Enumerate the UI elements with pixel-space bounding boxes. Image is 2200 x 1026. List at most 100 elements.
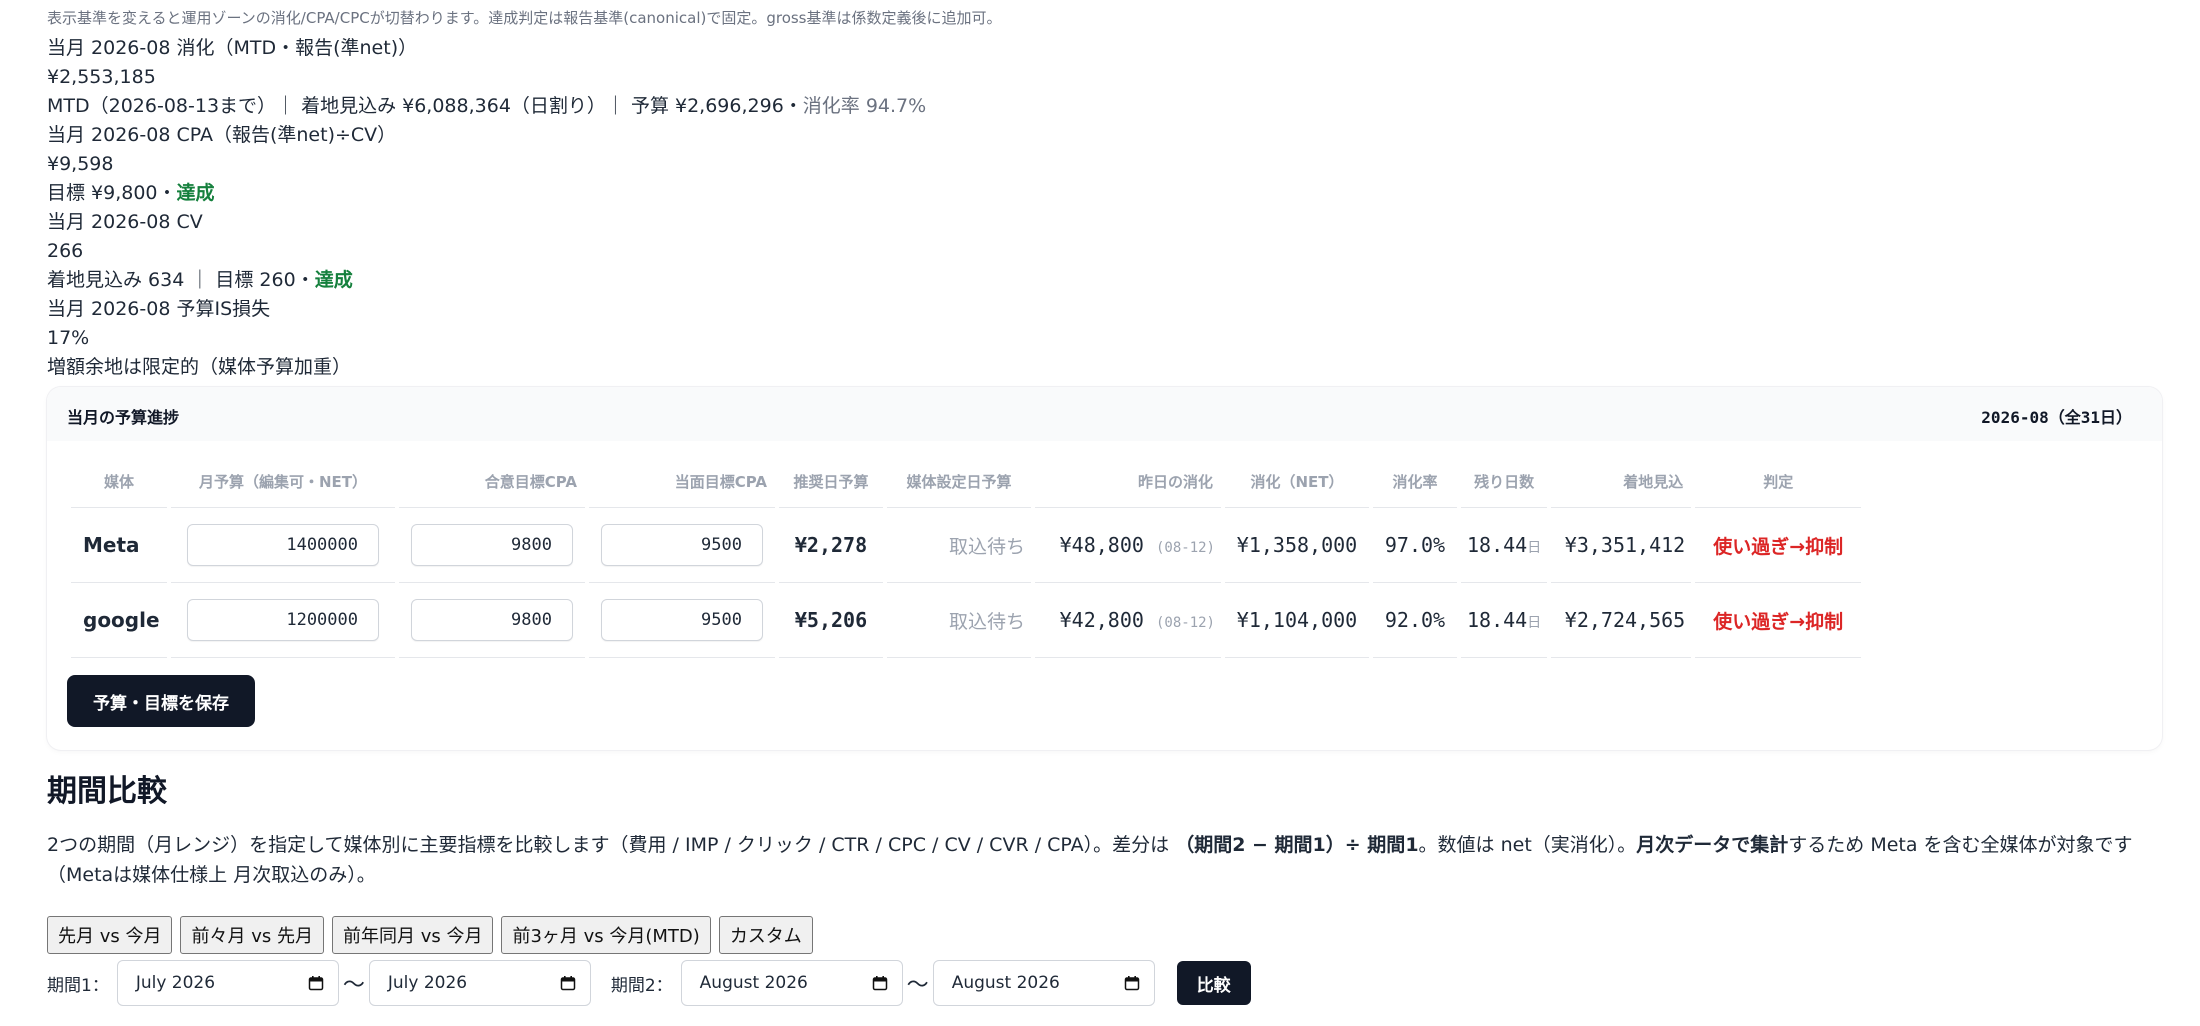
calendar-icon — [1124, 976, 1139, 991]
col-current-cpa: 当面目標CPA — [589, 455, 775, 508]
kpi-spend-value: ¥2,553,185 — [47, 66, 156, 88]
preset-3m-vs-mtd[interactable]: 前3ヶ月 vs 今月(MTD) — [501, 916, 711, 954]
col-spend-rate: 消化率 — [1373, 455, 1457, 508]
col-agreed-cpa: 合意目標CPA — [399, 455, 585, 508]
budget-panel-month: 2026-08（全31日） — [1981, 408, 2132, 427]
current-cpa-input[interactable] — [601, 524, 763, 566]
period1-to-value: July 2026 — [387, 973, 468, 993]
kpi-isloss-label: 当月 2026-08 予算IS損失 — [47, 298, 271, 320]
kpi-spend-detail-text: MTD（2026-08-13まで）｜ 着地見込み ¥6,088,364（日割り）… — [47, 95, 803, 117]
day-unit: 日 — [1527, 615, 1542, 631]
kpi-cv-status: 達成 — [314, 269, 353, 291]
period1-label: 期間1： — [47, 975, 109, 996]
recommended-daily-budget: ¥2,278 — [779, 508, 883, 583]
landing-forecast: ¥3,351,412 — [1551, 508, 1692, 583]
agreed-cpa-input[interactable] — [411, 599, 573, 641]
desc-emphasis: 月次データで集計 — [1636, 834, 1789, 856]
period2-from-value: August 2026 — [699, 973, 808, 993]
period1-to-input[interactable]: July 2026 — [368, 960, 591, 1006]
range-tilde: 〜 — [342, 973, 365, 998]
preset-last-vs-this[interactable]: 先月 vs 今月 — [47, 916, 173, 954]
calendar-icon — [872, 976, 887, 991]
table-row: google ¥5,206 取込待ち ¥42,800 (08-12) ¥1,10… — [71, 583, 1862, 658]
remaining-days: 18.44 — [1467, 533, 1528, 557]
compare-button[interactable]: 比較 — [1176, 961, 1251, 1005]
yesterday-date: (08-12) — [1155, 540, 1215, 556]
desc-part: 2つの期間（月レンジ）を指定して媒体別に主要指標を比較します（費用 / IMP … — [47, 834, 1176, 856]
kpi-cv-detail: 着地見込み 634 ｜ 目標 260・達成 — [47, 266, 2162, 295]
monthly-budget-input[interactable] — [187, 524, 379, 566]
row-media: Meta — [71, 508, 167, 583]
desc-part: 。数値は net（実消化）。 — [1418, 834, 1637, 856]
yesterday-spend: ¥48,800 — [1059, 533, 1144, 557]
landing-forecast: ¥2,724,565 — [1551, 583, 1692, 658]
table-row: Meta ¥2,278 取込待ち ¥48,800 (08-12) ¥1,358,… — [71, 508, 1862, 583]
kpi-isloss-value: 17% — [47, 327, 90, 349]
col-spend-net: 消化（NET） — [1225, 455, 1369, 508]
calendar-icon — [560, 976, 576, 991]
budget-panel-header: 当月の予算進捗 2026-08（全31日） — [47, 387, 2162, 441]
col-media: 媒体 — [71, 455, 167, 508]
kpi-cpa-status: 達成 — [176, 182, 215, 204]
compare-description: 2つの期間（月レンジ）を指定して媒体別に主要指標を比較します（費用 / IMP … — [47, 830, 2157, 890]
col-recommended-daily: 推奨日予算 — [779, 455, 883, 508]
calendar-icon — [308, 976, 324, 991]
kpi-cpa-detail-text: 目標 ¥9,800・ — [47, 182, 177, 204]
col-yesterday-spend: 昨日の消化 — [1035, 455, 1221, 508]
agreed-cpa-input[interactable] — [411, 524, 573, 566]
period-selector: 期間1： July 2026 〜 July 2026 期間2： August 2… — [47, 960, 2162, 1006]
kpi-list: 当月 2026-08 消化（MTD・報告(準net)） ¥2,553,185 M… — [47, 34, 2162, 382]
period2-to-input[interactable]: August 2026 — [932, 960, 1155, 1006]
row-media: google — [71, 583, 167, 658]
day-unit: 日 — [1527, 540, 1542, 556]
range-tilde: 〜 — [906, 973, 929, 998]
kpi-cv-label: 当月 2026-08 CV — [47, 211, 203, 233]
col-media-daily: 媒体設定日予算 — [887, 455, 1031, 508]
col-verdict: 判定 — [1695, 455, 1862, 508]
yesterday-date: (08-12) — [1155, 615, 1215, 631]
kpi-spend-rate: 消化率 94.7% — [802, 95, 927, 117]
media-daily-pending: 取込待ち — [948, 610, 1025, 633]
basis-note: 表示基準を変えると運用ゾーンの消化/CPA/CPCが切替わります。達成判定は報告… — [47, 9, 1002, 27]
monthly-budget-input[interactable] — [187, 599, 379, 641]
page-content: 表示基準を変えると運用ゾーンの消化/CPA/CPCが切替わります。達成判定は報告… — [47, 0, 2162, 1006]
section-title-compare: 期間比較 — [47, 774, 167, 809]
kpi-isloss-detail: 増額余地は限定的（媒体予算加重） — [47, 356, 352, 378]
preset-buttons: 先月 vs 今月 前々月 vs 先月 前年同月 vs 今月 前3ヶ月 vs 今月… — [47, 916, 2162, 954]
preset-yoy[interactable]: 前年同月 vs 今月 — [331, 916, 494, 954]
period1-from-input[interactable]: July 2026 — [116, 960, 339, 1006]
spend-net: ¥1,104,000 — [1225, 583, 1369, 658]
kpi-cv-value: 266 — [47, 240, 84, 262]
col-monthly-budget: 月予算（編集可・NET） — [171, 455, 395, 508]
preset-two-ago-vs-last[interactable]: 前々月 vs 先月 — [180, 916, 324, 954]
preset-custom[interactable]: カスタム — [718, 916, 813, 954]
budget-table: 媒体 月予算（編集可・NET） 合意目標CPA 当面目標CPA 推奨日予算 媒体… — [67, 455, 1865, 658]
period2-label: 期間2： — [610, 975, 673, 996]
period1-from-value: July 2026 — [135, 973, 216, 993]
col-landing: 着地見込 — [1551, 455, 1692, 508]
col-remaining-days: 残り日数 — [1461, 455, 1548, 508]
period2-to-value: August 2026 — [951, 973, 1060, 993]
desc-formula: （期間2 − 期間1）÷ 期間1 — [1175, 834, 1419, 856]
kpi-cpa-label: 当月 2026-08 CPA（報告(準net)÷CV） — [47, 124, 397, 146]
yesterday-spend: ¥42,800 — [1059, 608, 1144, 632]
spend-net: ¥1,358,000 — [1225, 508, 1369, 583]
kpi-cpa-value: ¥9,598 — [47, 153, 114, 175]
kpi-spend-detail: MTD（2026-08-13まで）｜ 着地見込み ¥6,088,364（日割り）… — [47, 92, 2162, 121]
kpi-spend-label: 当月 2026-08 消化（MTD・報告(準net)） — [47, 37, 418, 59]
kpi-cv-detail-text: 着地見込み 634 ｜ 目標 260・ — [47, 269, 315, 291]
recommended-daily-budget: ¥5,206 — [779, 583, 883, 658]
spend-rate: 92.0% — [1373, 583, 1457, 658]
period2-from-input[interactable]: August 2026 — [680, 960, 903, 1006]
current-cpa-input[interactable] — [601, 599, 763, 641]
budget-progress-panel: 当月の予算進捗 2026-08（全31日） 媒体 月予算（編集可・NET） 合意… — [47, 387, 2162, 750]
verdict-badge: 使い過ぎ→抑制 — [1713, 610, 1844, 633]
budget-table-header-row: 媒体 月予算（編集可・NET） 合意目標CPA 当面目標CPA 推奨日予算 媒体… — [71, 455, 1862, 508]
spend-rate: 97.0% — [1373, 508, 1457, 583]
verdict-badge: 使い過ぎ→抑制 — [1713, 535, 1844, 558]
remaining-days: 18.44 — [1467, 608, 1528, 632]
budget-panel-title: 当月の予算進捗 — [67, 408, 180, 427]
save-budget-button[interactable]: 予算・目標を保存 — [67, 675, 255, 727]
kpi-cpa-detail: 目標 ¥9,800・達成 — [47, 179, 2162, 208]
media-daily-pending: 取込待ち — [948, 535, 1025, 558]
